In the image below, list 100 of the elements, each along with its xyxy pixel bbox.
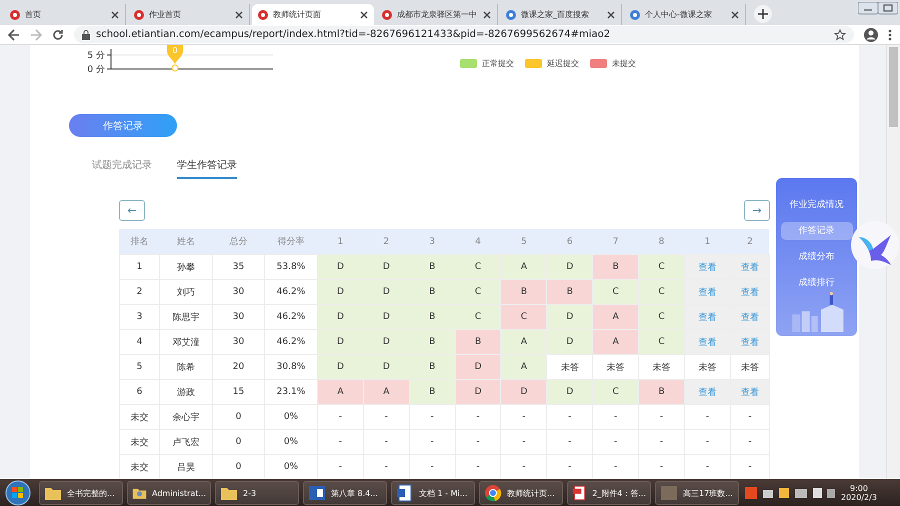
url-text: school.etiantian.com/ecampus/report/index.html?tid=-8267696121433&pid=-8267699562674#miao2: [96, 29, 612, 40]
answer-cell: B: [500, 280, 547, 304]
taskbar-item[interactable]: Administrat...: [127, 481, 211, 505]
table-cell: 2: [119, 280, 160, 304]
close-icon[interactable]: [111, 10, 119, 18]
answer-cell: D: [546, 380, 593, 404]
taskbar-item[interactable]: 第八章 8.4...: [303, 481, 387, 505]
address-bar[interactable]: school.etiantian.com/ecampus/report/index.html?tid=-8267696121433&pid=-8267699562674#miao2: [74, 26, 854, 43]
tab[interactable]: 学生作答记录: [176, 158, 237, 179]
taskbar-item[interactable]: 教师统计页...: [479, 481, 563, 505]
table-cell: 30: [212, 330, 264, 354]
window-controls[interactable]: [858, 2, 898, 16]
answer-cell: B: [409, 304, 456, 330]
view-link[interactable]: 查看: [698, 312, 716, 322]
plus-icon: [758, 9, 768, 19]
answer-cell: C: [638, 280, 684, 304]
legend-label: 未提交: [612, 58, 636, 68]
table-cell: -: [409, 404, 456, 430]
section-button[interactable]: 作答记录: [68, 114, 177, 137]
table-cell: 23.1%: [264, 380, 318, 404]
close-icon[interactable]: [731, 10, 739, 18]
answer-cell: D: [363, 354, 410, 380]
view-link[interactable]: 查看: [698, 262, 716, 272]
lock-icon: [82, 30, 90, 40]
marker-label: 0: [172, 46, 178, 55]
bird-logo-icon[interactable]: [851, 221, 899, 269]
side-menu-item[interactable]: 作答记录: [780, 222, 852, 240]
answer-cell: C: [592, 280, 639, 304]
view-link[interactable]: 查看: [740, 388, 759, 398]
answer-cell: C: [638, 254, 684, 280]
account-icon[interactable]: [864, 28, 878, 42]
taskbar-item[interactable]: 文档 1 - Mi...: [391, 481, 475, 505]
answer-cell: B: [409, 280, 456, 304]
close-icon[interactable]: [483, 10, 491, 18]
site-icon: [630, 10, 640, 20]
column-header: 8: [638, 229, 684, 254]
answer-cell: A: [500, 254, 547, 280]
table-cell: 30: [212, 304, 264, 330]
table-cell: -: [730, 404, 770, 430]
side-menu-item[interactable]: 成绩排行: [780, 274, 852, 292]
answer-cell: C: [592, 380, 639, 404]
back-icon[interactable]: [8, 28, 20, 40]
table-cell: 6: [119, 380, 160, 404]
close-icon[interactable]: [607, 10, 615, 18]
answer-cell: C: [455, 254, 501, 280]
taskbar-item[interactable]: 2-3: [215, 481, 299, 505]
side-menu-item[interactable]: 作业完成情况: [780, 196, 852, 214]
taskbar-item[interactable]: 全书完整的...: [39, 481, 123, 505]
start-button[interactable]: [5, 480, 31, 506]
view-link[interactable]: 查看: [698, 288, 716, 298]
view-link[interactable]: 查看: [740, 338, 759, 348]
answer-cell: D: [317, 280, 364, 304]
new-tab-button[interactable]: [754, 5, 772, 23]
tray-icons[interactable]: [745, 486, 835, 500]
view-link[interactable]: 查看: [740, 262, 759, 272]
taskbar-item[interactable]: 2_附件4：答...: [567, 481, 651, 505]
legend-label: 延迟提交: [546, 58, 579, 68]
view-link[interactable]: 查看: [740, 288, 759, 298]
table-cell: 4: [119, 330, 160, 354]
browser-tab[interactable]: 教师统计页面: [252, 4, 374, 25]
pdf-icon: [572, 484, 588, 502]
table-cell: 0: [212, 404, 264, 430]
table-cell: -: [684, 430, 730, 454]
column-header: 2: [363, 229, 410, 254]
tab[interactable]: 试题完成记录: [92, 158, 152, 179]
answer-cell: A: [500, 330, 547, 354]
clock-date: 2020/2/3: [841, 493, 877, 502]
view-link[interactable]: 查看: [698, 338, 716, 348]
menu-icon[interactable]: [888, 28, 892, 40]
close-icon[interactable]: [360, 10, 368, 18]
taskbar-item[interactable]: 高三17班数...: [655, 481, 739, 505]
reload-icon[interactable]: [52, 28, 64, 40]
table-cell: -: [317, 404, 364, 430]
view-link[interactable]: 查看: [740, 312, 759, 322]
column-header: 得分率: [264, 229, 318, 254]
doc-icon: [396, 484, 414, 502]
column-header: 3: [409, 229, 456, 254]
answer-cell: D: [363, 254, 410, 280]
answer-cell: A: [592, 330, 639, 354]
answer-cell: B: [409, 254, 456, 280]
column-header: 排名: [119, 229, 160, 254]
data-point: [171, 64, 178, 72]
table-cell: -: [455, 430, 501, 454]
site-icon: [10, 10, 20, 20]
next-button[interactable]: →: [744, 200, 770, 221]
close-icon[interactable]: [235, 10, 243, 18]
star-icon[interactable]: [834, 28, 846, 40]
answer-cell: D: [363, 280, 410, 304]
table-cell: 陈思宇: [159, 304, 212, 330]
answer-cell: B: [455, 330, 501, 354]
table-cell: -: [638, 404, 684, 430]
previous-button[interactable]: ←: [118, 200, 145, 221]
side-menu-item[interactable]: 成绩分布: [780, 248, 852, 266]
table-cell: 30: [212, 280, 264, 304]
browser-icon: [484, 484, 502, 502]
view-link[interactable]: 查看: [698, 388, 716, 398]
answer-cell: B: [409, 330, 456, 354]
table-cell: 3: [119, 304, 160, 330]
column-header: 姓名: [159, 229, 212, 254]
scrollbar-thumb[interactable]: [889, 47, 898, 127]
